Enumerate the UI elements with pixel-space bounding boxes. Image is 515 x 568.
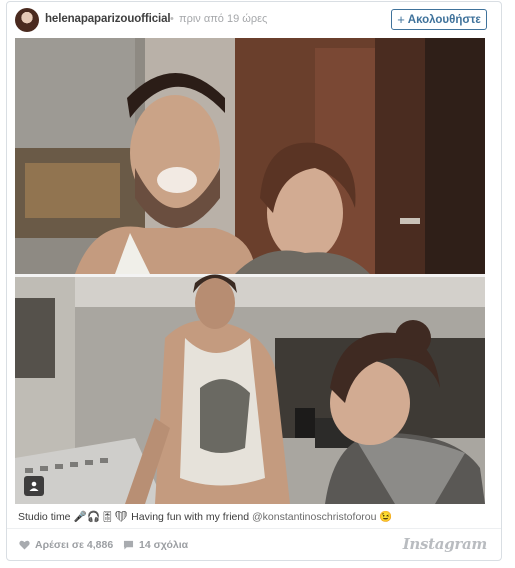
- comments-count[interactable]: 14 σχόλια: [123, 539, 188, 551]
- plus-icon: +: [397, 12, 405, 27]
- caption-text: Studio time: [18, 511, 71, 523]
- post-timestamp[interactable]: πριν από 19 ώρες: [179, 13, 267, 25]
- post-photo[interactable]: [15, 38, 485, 504]
- instagram-logo[interactable]: Instagram: [403, 535, 488, 553]
- likes-count[interactable]: Αρέσει σε 4,886: [19, 539, 113, 551]
- comments-label: 14 σχόλια: [139, 539, 189, 551]
- separator-dot: •: [170, 13, 174, 25]
- instagram-post-card: helenapaparizouofficial • πριν από 19 ώρ…: [6, 1, 502, 561]
- user-tag-icon: [29, 481, 39, 491]
- heart-icon: [19, 540, 30, 550]
- caption-emoji: 🎤🎧🎚❤: [73, 511, 129, 523]
- username-link[interactable]: helenapaparizouofficial: [45, 13, 171, 25]
- post-header: helenapaparizouofficial • πριν από 19 ώρ…: [7, 2, 501, 36]
- tagged-users-button[interactable]: [24, 476, 44, 496]
- follow-button[interactable]: + Ακολουθήστε: [391, 9, 487, 30]
- photo-collage: [15, 38, 485, 504]
- post-footer: Αρέσει σε 4,886 14 σχόλια Instagram: [7, 528, 501, 560]
- comment-icon: [123, 540, 134, 550]
- profile-avatar[interactable]: [15, 8, 39, 32]
- mention-link[interactable]: @konstantinoschristoforou: [252, 511, 376, 523]
- caption-suffix: 😉: [376, 511, 393, 523]
- caption-text-middle: Having fun with my friend: [128, 511, 252, 523]
- follow-label: Ακολουθήστε: [407, 13, 481, 26]
- likes-label: Αρέσει σε 4,886: [35, 539, 114, 551]
- post-caption: Studio time 🎤🎧🎚❤ Having fun with my frie…: [18, 510, 392, 523]
